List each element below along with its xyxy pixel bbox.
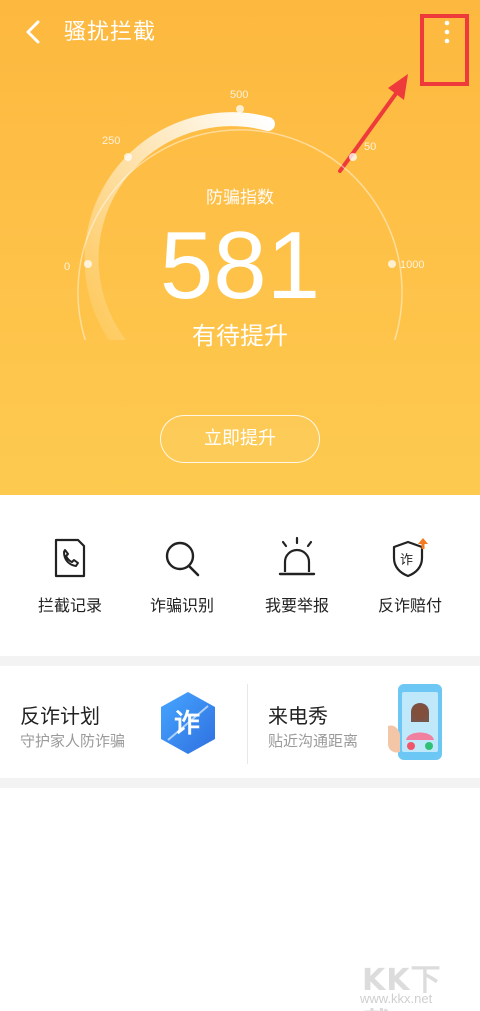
gauge-tick-label: 250 (102, 135, 120, 147)
page-title: 骚扰拦截 (64, 20, 157, 45)
quick-action-label: 诈骗识别 (149, 596, 214, 615)
chevron-left-icon[interactable] (20, 16, 48, 48)
anti-fraud-hexagon-icon: 诈 (161, 692, 215, 754)
search-icon (165, 541, 200, 577)
gauge-tick-750 (349, 153, 357, 161)
section-divider (0, 656, 480, 666)
quick-actions: 拦截记录 诈骗识别 我要举报 诈 反诈赔付 (0, 530, 480, 630)
gauge-tick-500 (236, 105, 244, 113)
quick-action-compensation[interactable]: 诈 反诈赔付 (350, 530, 470, 630)
hero-panel: 骚扰拦截 0 250 500 50 1000 防骗指数 581 有待提升 立即提… (0, 0, 480, 495)
watermark: KK下载 www.kkx.net (360, 955, 472, 1011)
shield-icon: 诈 (392, 538, 428, 578)
card-title: 来电秀 (268, 704, 328, 728)
gauge-tick-label: 500 (230, 89, 248, 101)
shield-icon-text: 诈 (400, 553, 413, 568)
quick-action-label: 反诈赔付 (377, 596, 442, 615)
caller-show-card[interactable]: 来电秀 贴近沟通距离 (248, 666, 480, 778)
quick-action-call-log[interactable]: 拦截记录 (10, 530, 130, 630)
gauge-tick-250 (124, 153, 132, 161)
call-log-icon (54, 538, 86, 578)
watermark-url: www.kkx.net (360, 991, 433, 1006)
alarm-light-icon (278, 536, 316, 576)
card-subtitle: 守护家人防诈骗 (20, 732, 126, 750)
anti-fraud-plan-card[interactable]: 反诈计划 守护家人防诈骗 诈 (0, 666, 247, 778)
card-subtitle: 贴近沟通距离 (268, 732, 359, 750)
quick-action-label: 我要举报 (264, 596, 329, 615)
score-status: 有待提升 (192, 322, 288, 350)
quick-action-fraud-detect[interactable]: 诈骗识别 (122, 530, 242, 630)
score-value: 581 (159, 212, 321, 319)
phone-caller-illustration-icon (388, 684, 442, 760)
boost-button[interactable]: 立即提升 (160, 415, 320, 463)
gauge-tick-label: 50 (364, 141, 376, 153)
quick-action-label: 拦截记录 (37, 596, 102, 615)
section-divider (0, 778, 480, 788)
feature-cards: 反诈计划 守护家人防诈骗 诈 来电秀 贴近沟通距离 (0, 666, 480, 778)
quick-action-report[interactable]: 我要举报 (237, 530, 357, 630)
card-title: 反诈计划 (20, 704, 100, 728)
hexagon-icon-text: 诈 (174, 709, 200, 739)
score-caption: 防骗指数 (206, 188, 274, 208)
